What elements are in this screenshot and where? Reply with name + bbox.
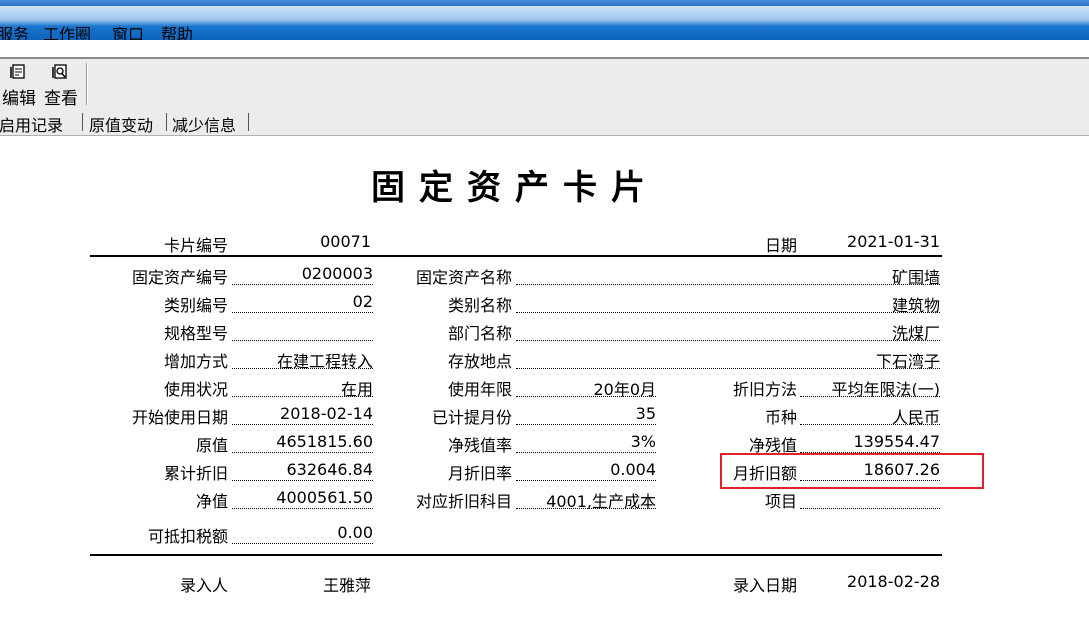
acc-dep-field[interactable]: 632646.84	[232, 460, 373, 481]
spec-field[interactable]	[232, 320, 373, 341]
status-field[interactable]: 在用	[232, 376, 373, 399]
edit-label: 编辑	[2, 89, 36, 109]
asset-name-field[interactable]: 矿围墙	[516, 264, 940, 287]
project-label: 项目	[764, 492, 797, 511]
edit-button[interactable]: 编辑	[2, 61, 46, 109]
entered-by-value: 王雅萍	[322, 576, 371, 595]
entry-date-value: 2018-02-28	[847, 572, 940, 591]
project-field[interactable]	[800, 488, 940, 509]
dept-field[interactable]: 洗煤厂	[516, 320, 940, 343]
entered-by-label: 录入人	[179, 576, 228, 595]
tab-divider	[248, 113, 249, 131]
residual-rate-label: 净残值率	[447, 436, 512, 455]
months-label: 已计提月份	[431, 408, 512, 427]
tab-bar: 停启用记录 原值变动 减少信息	[0, 109, 1089, 136]
dep-method-label: 折旧方法	[732, 380, 797, 399]
bottom-rule	[90, 554, 942, 556]
toolbar-separator	[86, 63, 88, 105]
address-strip	[0, 40, 1089, 59]
location-field[interactable]: 下石湾子	[516, 348, 940, 371]
category-code-field[interactable]: 02	[232, 292, 373, 313]
spec-label: 规格型号	[163, 324, 228, 343]
status-label: 使用状况	[163, 380, 228, 399]
date-value: 2021-01-31	[847, 232, 940, 251]
orig-value-label: 原值	[195, 436, 228, 455]
asset-name-label: 固定资产名称	[415, 268, 512, 287]
orig-value-field[interactable]: 4651815.60	[232, 432, 373, 453]
dep-account-field[interactable]: 4001,生产成本	[516, 488, 656, 511]
life-field[interactable]: 20年0月	[516, 376, 656, 399]
tab-decrease-info[interactable]: 减少信息	[172, 112, 236, 136]
highlight-box	[720, 453, 984, 489]
life-label: 使用年限	[447, 380, 512, 399]
dep-method-field[interactable]: 平均年限法(一)	[800, 376, 940, 399]
category-name-field[interactable]: 建筑物	[516, 292, 940, 315]
net-value-label: 净值	[195, 492, 228, 511]
card-no-value: 00071	[320, 232, 371, 251]
months-field[interactable]: 35	[516, 404, 656, 425]
tab-value-change[interactable]: 原值变动	[89, 112, 153, 136]
top-rule	[90, 255, 942, 257]
card-title: 固定资产卡片	[371, 168, 659, 208]
acc-dep-label: 累计折旧	[163, 464, 228, 483]
toolbar: 编辑 查看	[0, 59, 1089, 110]
tab-enable-record[interactable]: 停启用记录	[0, 112, 63, 136]
monthly-rate-field[interactable]: 0.004	[516, 460, 656, 481]
asset-code-label: 固定资产编号	[131, 268, 228, 287]
menu-bar: 服务 工作圈 窗口 帮助	[0, 6, 1089, 44]
tax-field[interactable]: 0.00	[232, 523, 373, 544]
edit-doc-icon	[10, 64, 25, 79]
dep-account-label: 对应折旧科目	[415, 492, 512, 511]
add-method-label: 增加方式	[163, 352, 228, 371]
view-label: 查看	[44, 89, 78, 109]
residual-field[interactable]: 139554.47	[800, 432, 940, 453]
location-label: 存放地点	[447, 352, 512, 371]
date-label: 日期	[764, 236, 797, 255]
view-button[interactable]: 查看	[44, 61, 88, 109]
currency-field[interactable]: 人民币	[800, 404, 940, 427]
monthly-rate-label: 月折旧率	[447, 464, 512, 483]
currency-label: 币种	[764, 408, 797, 427]
entry-date-label: 录入日期	[732, 576, 797, 595]
tax-label: 可抵扣税额	[147, 527, 228, 546]
start-date-field[interactable]: 2018-02-14	[232, 404, 373, 425]
category-name-label: 类别名称	[447, 296, 512, 315]
net-value-field[interactable]: 4000561.50	[232, 488, 373, 509]
view-doc-icon	[52, 64, 67, 79]
category-code-label: 类别编号	[163, 296, 228, 315]
tab-divider	[166, 113, 167, 131]
add-method-field[interactable]: 在建工程转入	[232, 348, 373, 371]
card-no-label: 卡片编号	[163, 236, 228, 255]
start-date-label: 开始使用日期	[131, 408, 228, 427]
tab-divider	[82, 113, 83, 131]
residual-rate-field[interactable]: 3%	[516, 432, 656, 453]
asset-code-field[interactable]: 0200003	[232, 264, 373, 285]
dept-label: 部门名称	[447, 324, 512, 343]
